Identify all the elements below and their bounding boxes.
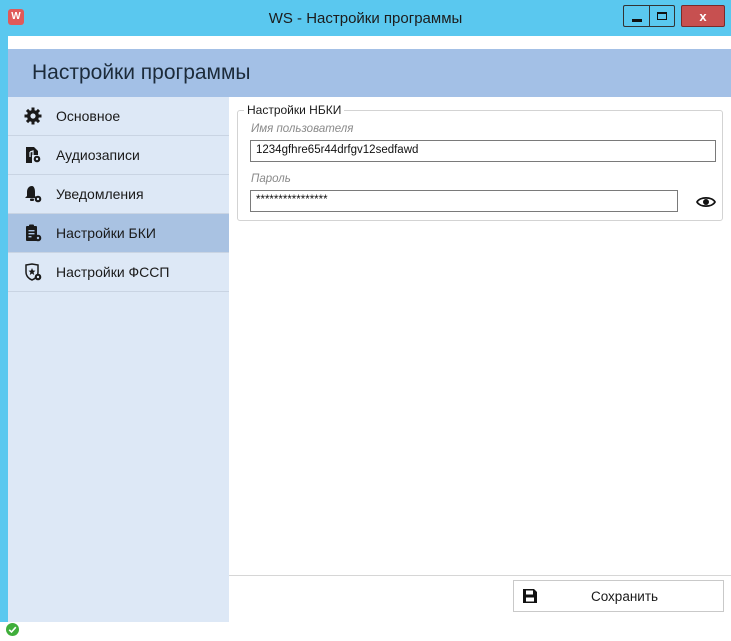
gear-icon [24,107,42,125]
save-button-label: Сохранить [590,588,659,604]
sidebar-item-audio[interactable]: Аудиозаписи [8,136,229,175]
sidebar-item-label: Основное [56,108,121,124]
footer-divider [229,575,731,576]
title-bar[interactable]: W WS - Настройки программы x [0,0,731,36]
close-icon: x [699,8,707,24]
sidebar-item-fssp-settings[interactable]: Настройки ФССП [8,253,229,292]
audio-file-settings-icon [24,146,42,164]
settings-panel: Настройки НБКИ Имя пользователя 1234gfhr… [229,97,731,622]
password-input[interactable]: **************** [250,190,678,212]
status-bar [0,622,731,638]
sidebar-item-general[interactable]: Основное [8,97,229,136]
password-label: Пароль [251,173,291,185]
clipboard-settings-icon [24,224,42,242]
sidebar-item-label: Настройки ФССП [56,264,170,280]
group-title: Настройки НБКИ [244,103,345,117]
page-header: Настройки программы [8,49,731,97]
sidebar: Основное Аудиозаписи Уведомления Настрой… [8,97,229,622]
maximize-button[interactable] [649,5,675,27]
sidebar-item-notifications[interactable]: Уведомления [8,175,229,214]
window-border [0,36,8,622]
badge-settings-icon [24,263,42,281]
maximize-icon [657,12,667,20]
window-title: WS - Настройки программы [268,10,463,27]
show-password-eye-icon[interactable] [695,195,717,209]
page-title: Настройки программы [32,61,251,84]
sidebar-item-label: Аудиозаписи [56,147,140,163]
minimize-button[interactable] [623,5,649,27]
nbki-settings-group: Настройки НБКИ Имя пользователя 1234gfhr… [237,103,723,221]
username-label: Имя пользователя [251,123,354,135]
close-button[interactable]: x [681,5,725,27]
window-controls: x [623,5,725,27]
sidebar-item-label: Уведомления [56,186,144,202]
username-input[interactable]: 1234gfhre65r44drfgv12sedfawd [250,140,716,162]
minimize-icon [631,18,642,22]
sidebar-item-bki-settings[interactable]: Настройки БКИ [8,214,229,253]
status-ok-icon [6,623,19,636]
bell-settings-icon [24,185,42,203]
settings-window: W WS - Настройки программы x Настройки п… [0,0,731,638]
sidebar-item-label: Настройки БКИ [56,225,156,241]
save-button[interactable]: Сохранить [513,580,724,612]
